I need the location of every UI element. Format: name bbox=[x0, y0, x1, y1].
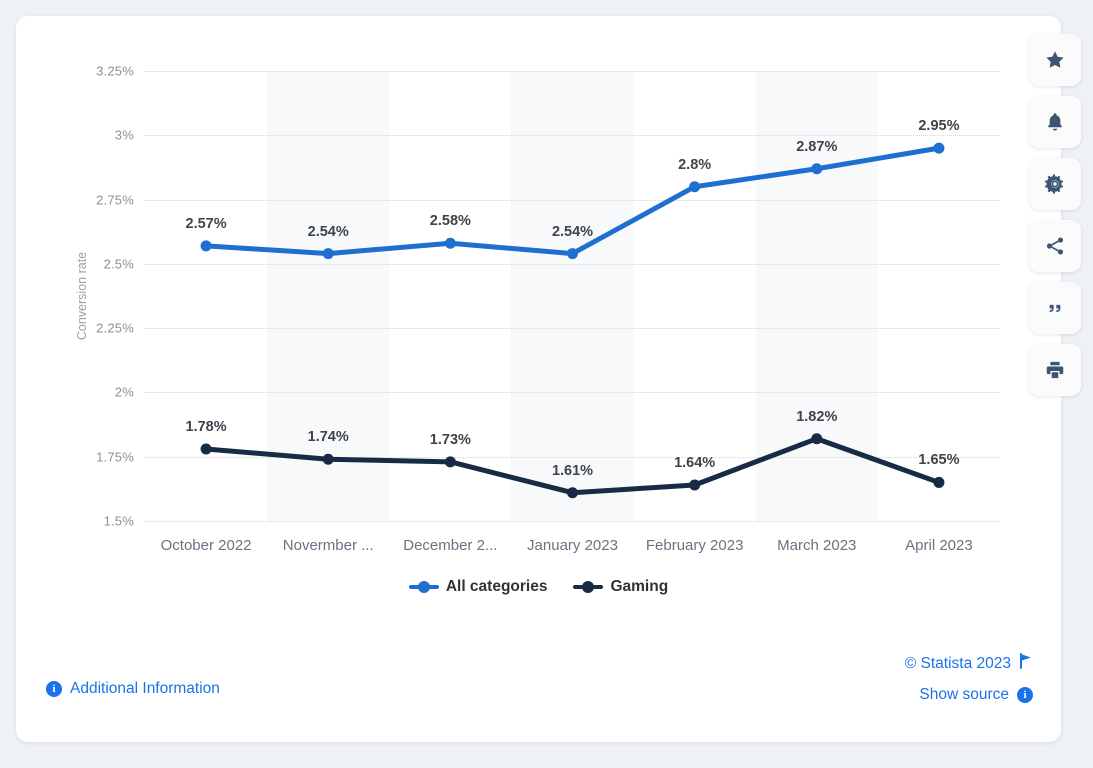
legend-item[interactable]: Gaming bbox=[573, 578, 668, 596]
data-point-marker[interactable] bbox=[567, 487, 578, 499]
x-axis-tick: October 2022 bbox=[160, 537, 252, 554]
data-point-label: 2.58% bbox=[429, 213, 471, 230]
data-point-marker[interactable] bbox=[200, 443, 212, 455]
data-point-marker[interactable] bbox=[322, 248, 334, 260]
y-axis-tick: 1.5% bbox=[103, 513, 134, 529]
flag-icon[interactable] bbox=[1019, 653, 1033, 674]
data-point-marker[interactable] bbox=[322, 453, 334, 465]
show-source-row[interactable]: Show source i bbox=[905, 686, 1033, 704]
y-axis-tick: 2.5% bbox=[103, 256, 134, 272]
copyright-label: © Statista 2023 bbox=[904, 654, 1011, 672]
data-point-marker[interactable] bbox=[811, 163, 823, 175]
gear-icon bbox=[1044, 173, 1066, 195]
chart-card: 3.25% 3% 2.75% 2.5% 2.25% 2% 1.75% 1.5% Convers… bbox=[16, 16, 1061, 742]
data-point-label: 2.95% bbox=[918, 118, 960, 135]
y-axis-tick: 3% bbox=[114, 127, 134, 143]
y-axis-title: Conversion rate bbox=[75, 251, 89, 341]
data-point-marker[interactable] bbox=[689, 181, 701, 193]
gridline bbox=[145, 521, 1000, 522]
quote-icon bbox=[1044, 297, 1066, 319]
print-button[interactable] bbox=[1029, 344, 1081, 396]
y-axis-tick: 2% bbox=[114, 384, 134, 400]
additional-information-link[interactable]: Additional Information bbox=[70, 680, 220, 698]
data-point-marker[interactable] bbox=[689, 479, 701, 491]
legend-label: All categories bbox=[445, 578, 548, 595]
series-lines bbox=[200, 142, 945, 499]
favorite-star-button[interactable] bbox=[1029, 34, 1081, 86]
y-axis-tick: 1.75% bbox=[96, 449, 134, 465]
legend-marker-icon bbox=[573, 581, 604, 593]
plot-area: 3.25% 3% 2.75% 2.5% 2.25% 2% 1.75% 1.5% Convers… bbox=[75, 64, 1000, 554]
settings-gear-button[interactable] bbox=[1029, 158, 1081, 210]
chart-action-toolbar bbox=[1029, 34, 1081, 396]
print-icon bbox=[1044, 359, 1066, 381]
legend-label: Gaming bbox=[610, 578, 669, 595]
data-point-marker[interactable] bbox=[567, 248, 578, 260]
cite-button[interactable] bbox=[1029, 282, 1081, 334]
share-icon bbox=[1044, 235, 1066, 257]
legend-marker-icon bbox=[408, 581, 439, 593]
x-axis-tick: Novermber ... bbox=[282, 537, 374, 554]
footer-left: i Additional Information bbox=[46, 680, 220, 698]
footer-right: © Statista 2023 Show source i bbox=[905, 641, 1033, 704]
x-axis-tick: April 2023 bbox=[905, 537, 973, 554]
chart-legend: All categories Gaming bbox=[16, 578, 1061, 596]
data-point-label: 2.8% bbox=[678, 156, 712, 173]
info-icon: i bbox=[46, 681, 62, 697]
data-point-label: 1.78% bbox=[185, 419, 227, 435]
x-axis-tick: March 2023 bbox=[777, 537, 857, 554]
bell-icon bbox=[1044, 111, 1066, 133]
share-button[interactable] bbox=[1029, 220, 1081, 272]
notification-bell-button[interactable] bbox=[1029, 96, 1081, 148]
y-axis-tick: 2.75% bbox=[96, 192, 134, 208]
screenshot-root: 3.25% 3% 2.75% 2.5% 2.25% 2% 1.75% 1.5% Convers… bbox=[0, 0, 1093, 768]
data-point-label: 1.82% bbox=[796, 408, 838, 425]
data-point-label: 1.65% bbox=[918, 452, 960, 469]
data-point-marker[interactable] bbox=[811, 433, 823, 445]
data-point-marker[interactable] bbox=[444, 237, 456, 249]
star-icon bbox=[1044, 49, 1066, 71]
x-axis-tick: December 2... bbox=[403, 537, 498, 554]
x-axis-tick: February 2023 bbox=[645, 537, 744, 554]
copyright-row: © Statista 2023 bbox=[905, 653, 1033, 674]
x-axis-tick: January 2023 bbox=[527, 537, 618, 554]
legend-item[interactable]: All categories bbox=[408, 578, 548, 596]
data-point-label: 2.57% bbox=[185, 215, 227, 232]
data-point-label: 2.54% bbox=[551, 223, 594, 240]
data-point-marker[interactable] bbox=[444, 456, 456, 468]
data-point-marker[interactable] bbox=[200, 240, 212, 252]
data-point-label: 1.74% bbox=[307, 429, 349, 446]
data-point-label: 2.87% bbox=[796, 138, 838, 155]
data-point-label: 1.61% bbox=[551, 462, 594, 479]
data-point-marker[interactable] bbox=[933, 142, 945, 154]
data-point-label: 1.73% bbox=[429, 431, 471, 448]
data-point-label: 2.54% bbox=[307, 223, 349, 240]
y-axis-tick: 3.25% bbox=[96, 63, 134, 79]
show-source-link[interactable]: Show source bbox=[919, 686, 1009, 704]
data-point-marker[interactable] bbox=[933, 476, 945, 488]
y-axis-tick: 2.25% bbox=[96, 320, 134, 336]
data-point-label: 1.64% bbox=[674, 455, 716, 471]
info-icon[interactable]: i bbox=[1017, 687, 1033, 703]
